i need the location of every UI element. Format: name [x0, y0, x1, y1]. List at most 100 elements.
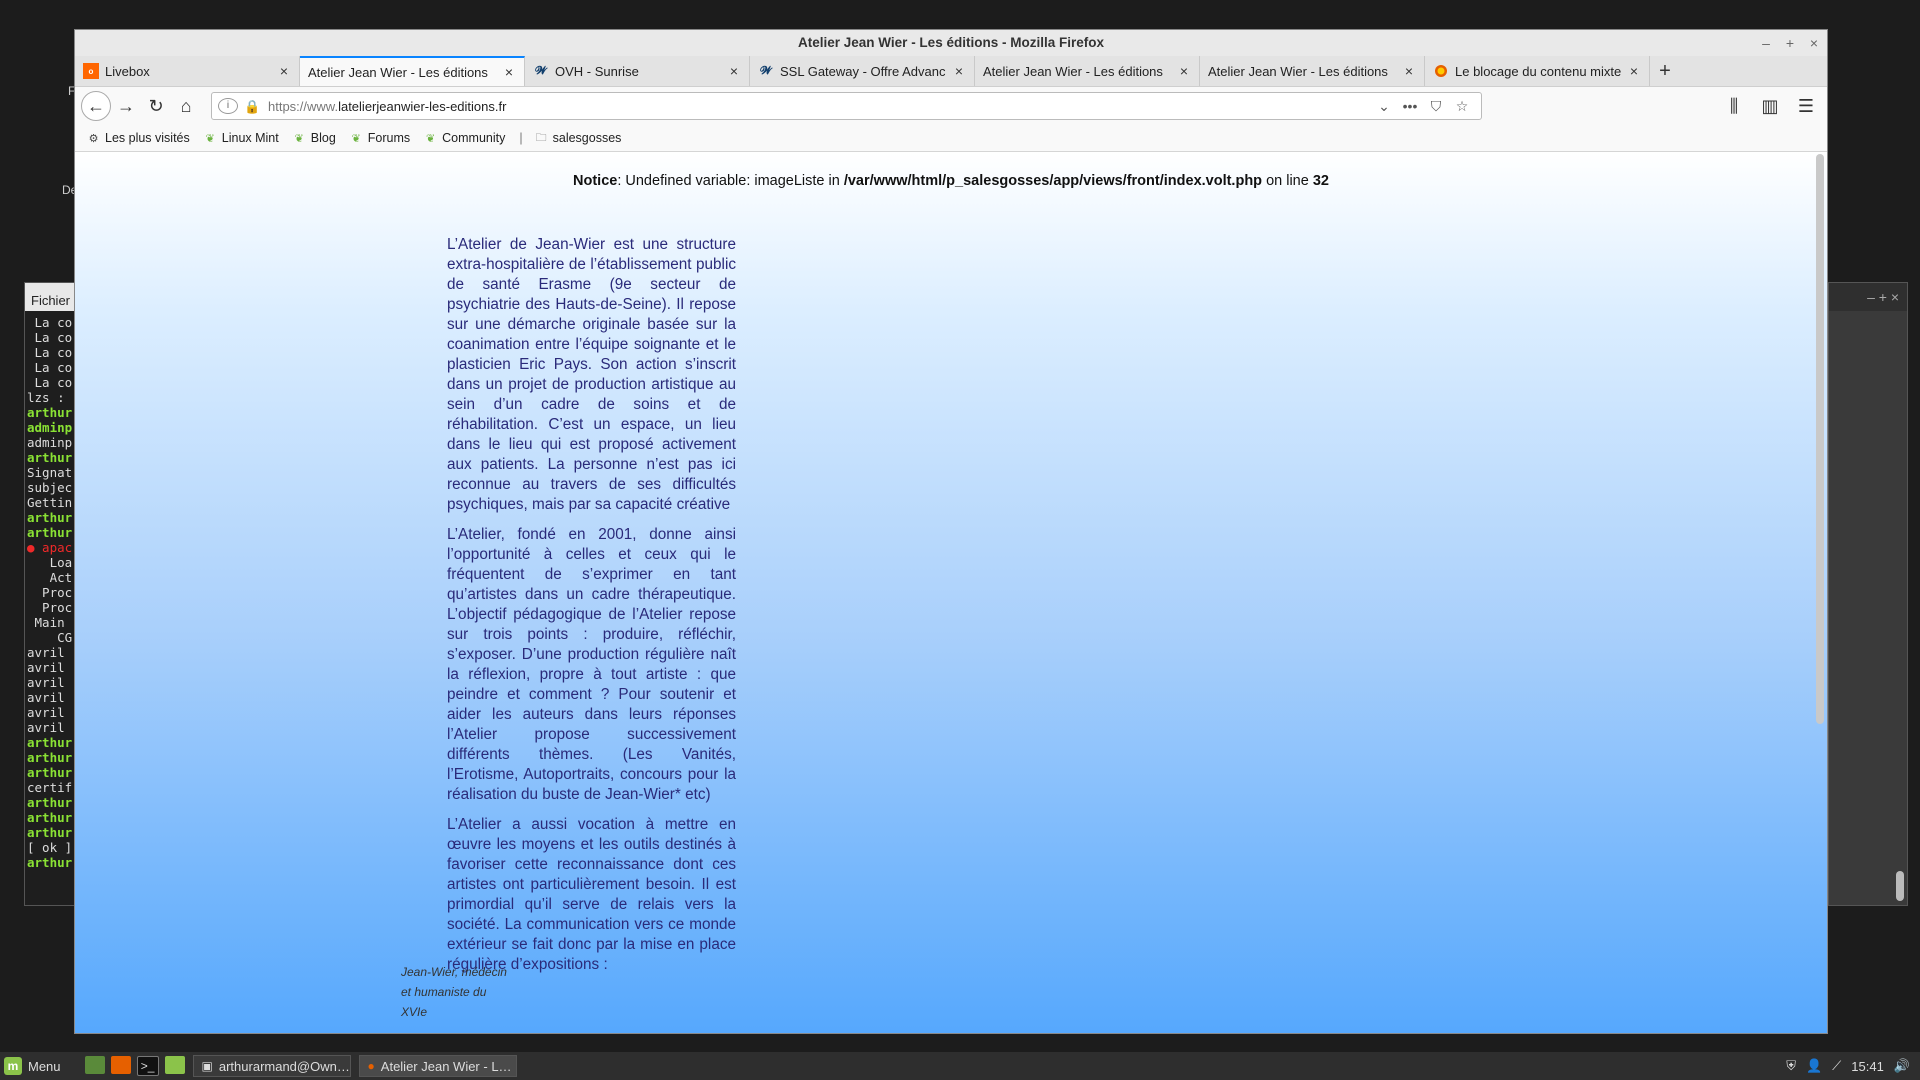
terminal-line: Act — [27, 570, 73, 585]
leaf-icon: ❦ — [205, 132, 215, 145]
terminal-line: avril — [27, 660, 65, 675]
close-tab-icon[interactable]: × — [1177, 63, 1191, 79]
tab-atelier-2[interactable]: Atelier Jean Wier - Les éditions × — [975, 56, 1200, 86]
image-caption: Jean-Wier, médecin et humaniste du XVIe — [401, 965, 507, 1019]
window-controls[interactable]: – + × — [1829, 283, 1907, 311]
terminal-line: La co — [27, 375, 73, 390]
article-paragraph: L’Atelier, fondé en 2001, donne ainsi l’… — [447, 526, 736, 803]
bookmark-separator: | — [519, 131, 523, 145]
volume-icon[interactable]: 🔊 — [1894, 1058, 1910, 1074]
terminal-line: arthur — [27, 810, 73, 825]
menu-button[interactable]: ☰ — [1791, 91, 1821, 121]
shield-icon[interactable]: ⛨ — [1786, 1058, 1796, 1074]
bookmark-label: Les plus visités — [105, 131, 190, 145]
terminal-line: avril — [27, 705, 65, 720]
task-label: Atelier Jean Wier - L… — [380, 1058, 512, 1074]
network-icon[interactable]: ⟋ — [1832, 1058, 1841, 1074]
bookmark-community[interactable]: ❦ Community — [424, 131, 505, 145]
terminal-line: arthur — [27, 855, 73, 870]
bookmark-star-icon[interactable]: ☆ — [1449, 98, 1475, 115]
firefox-launcher-icon[interactable] — [110, 1056, 131, 1074]
close-tab-icon[interactable]: × — [277, 63, 291, 79]
scrollbar-thumb[interactable] — [1896, 871, 1904, 901]
reload-button[interactable]: ↻ — [141, 91, 171, 121]
user-icon[interactable]: 👤 — [1806, 1058, 1822, 1074]
tab-title: Atelier Jean Wier - Les éditions — [308, 64, 488, 80]
back-button[interactable]: ← — [81, 91, 111, 121]
tab-title: SSL Gateway - Offre Advance — [780, 63, 946, 79]
firefox-icon — [1433, 63, 1449, 79]
lock-warning-icon[interactable]: 🔒 — [244, 99, 260, 114]
notice-label: Notice — [573, 173, 618, 189]
close-tab-icon[interactable]: × — [1402, 63, 1416, 79]
minimize-button[interactable]: – — [1759, 30, 1773, 56]
terminal-line: avril — [27, 645, 65, 660]
terminal-line: Proc — [27, 600, 73, 615]
terminal-icon: ▣ — [201, 1059, 213, 1073]
terminal-line: adminp — [27, 435, 73, 450]
terminal-line: arthur — [27, 765, 73, 780]
chevron-down-icon[interactable]: ⌄ — [1371, 98, 1397, 115]
terminal-window[interactable]: Fichier La co La co La co La co La co lzs… — [24, 282, 78, 906]
new-tab-button[interactable]: + — [1650, 56, 1680, 86]
bookmark-most-visited[interactable]: ⚙ Les plus visités — [87, 131, 190, 145]
tab-atelier-3[interactable]: Atelier Jean Wier - Les éditions × — [1200, 56, 1425, 86]
bookmark-forums[interactable]: ❦ Forums — [350, 131, 410, 145]
tab-atelier-active[interactable]: Atelier Jean Wier - Les éditions × — [300, 56, 525, 86]
url-prefix: https://www. — [268, 98, 339, 114]
terminal-line: lzs : — [27, 390, 65, 405]
gear-icon: ⚙ — [88, 132, 99, 145]
terminal-line: avril — [27, 690, 65, 705]
maximize-button[interactable]: + — [1783, 30, 1797, 56]
php-notice: Notice: Undefined variable: imageListe i… — [75, 173, 1827, 189]
taskbar-item-terminal[interactable]: ▣ arthurarmand@Own… — [192, 1055, 351, 1077]
background-window[interactable]: – + × — [1828, 282, 1908, 906]
window-titlebar: Atelier Jean Wier - Les éditions - Mozil… — [75, 30, 1827, 56]
bookmark-linux-mint[interactable]: ❦ Linux Mint — [204, 131, 279, 145]
pocket-icon[interactable]: ⛉ — [1423, 98, 1449, 115]
terminal-menu-fichier[interactable]: Fichier — [25, 283, 77, 311]
terminal-line: certif — [27, 780, 73, 795]
sidebar-button[interactable]: ▥ — [1755, 91, 1785, 121]
article-paragraph: L’Atelier a aussi vocation à mettre en œ… — [447, 816, 736, 973]
files-launcher-icon[interactable] — [164, 1056, 185, 1074]
bookmark-blog[interactable]: ❦ Blog — [293, 131, 336, 145]
start-menu-button[interactable]: m Menu — [0, 1057, 71, 1075]
notice-mid: on line — [1262, 173, 1313, 189]
terminal-line: arthur — [27, 510, 73, 525]
taskbar: m Menu >_ ▣ arthurarmand@Own… ● Atelier Je… — [0, 1052, 1920, 1080]
close-window-button[interactable]: × — [1807, 30, 1821, 56]
show-desktop-icon[interactable] — [84, 1056, 105, 1074]
url-bar[interactable]: i 🔒 https://www.latelierjeanwier-les-edi… — [211, 92, 1482, 120]
library-button[interactable]: ⫼ — [1719, 91, 1749, 121]
tab-livebox[interactable]: o Livebox × — [75, 56, 300, 86]
firefox-icon: ● — [367, 1059, 375, 1073]
forward-button[interactable]: → — [111, 91, 141, 121]
tab-ssl-gateway[interactable]: 𝓦 SSL Gateway - Offre Advance × — [750, 56, 975, 86]
terminal-line: La co — [27, 330, 73, 345]
close-tab-icon[interactable]: × — [952, 63, 966, 79]
bookmark-folder-salesgosses[interactable]: 🗀 salesgosses — [535, 131, 622, 145]
tab-mixed-content[interactable]: Le blocage du contenu mixte × — [1425, 56, 1650, 86]
system-tray: ⛨ 👤 ⟋ 15:41 🔊 — [1786, 1058, 1920, 1074]
url-text[interactable]: https://www.latelierjeanwier-les-edition… — [268, 99, 1371, 114]
close-tab-icon[interactable]: × — [727, 63, 741, 79]
clock[interactable]: 15:41 — [1851, 1059, 1884, 1074]
scrollbar-thumb[interactable] — [1816, 154, 1824, 724]
close-tab-icon[interactable]: × — [1627, 63, 1641, 79]
taskbar-item-firefox[interactable]: ● Atelier Jean Wier - L… — [358, 1055, 517, 1077]
page-scrollbar[interactable] — [1815, 154, 1825, 724]
orange-icon: o — [83, 63, 99, 79]
close-tab-icon[interactable]: × — [502, 64, 516, 80]
firefox-window[interactable]: Atelier Jean Wier - Les éditions - Mozil… — [74, 29, 1828, 1034]
tab-title: Atelier Jean Wier - Les éditions — [1208, 63, 1388, 79]
terminal-launcher-icon[interactable]: >_ — [136, 1056, 159, 1076]
scrollbar[interactable] — [1895, 313, 1905, 901]
more-actions-icon[interactable]: ••• — [1397, 98, 1423, 114]
info-icon[interactable]: i — [218, 98, 238, 114]
terminal-output: La co La co La co La co La co lzs : arthur… — [25, 311, 77, 905]
terminal-line: Proc — [27, 585, 73, 600]
home-button[interactable]: ⌂ — [171, 91, 201, 121]
tab-ovh-sunrise[interactable]: 𝓦 OVH - Sunrise × — [525, 56, 750, 86]
leaf-icon: ❦ — [351, 132, 361, 145]
